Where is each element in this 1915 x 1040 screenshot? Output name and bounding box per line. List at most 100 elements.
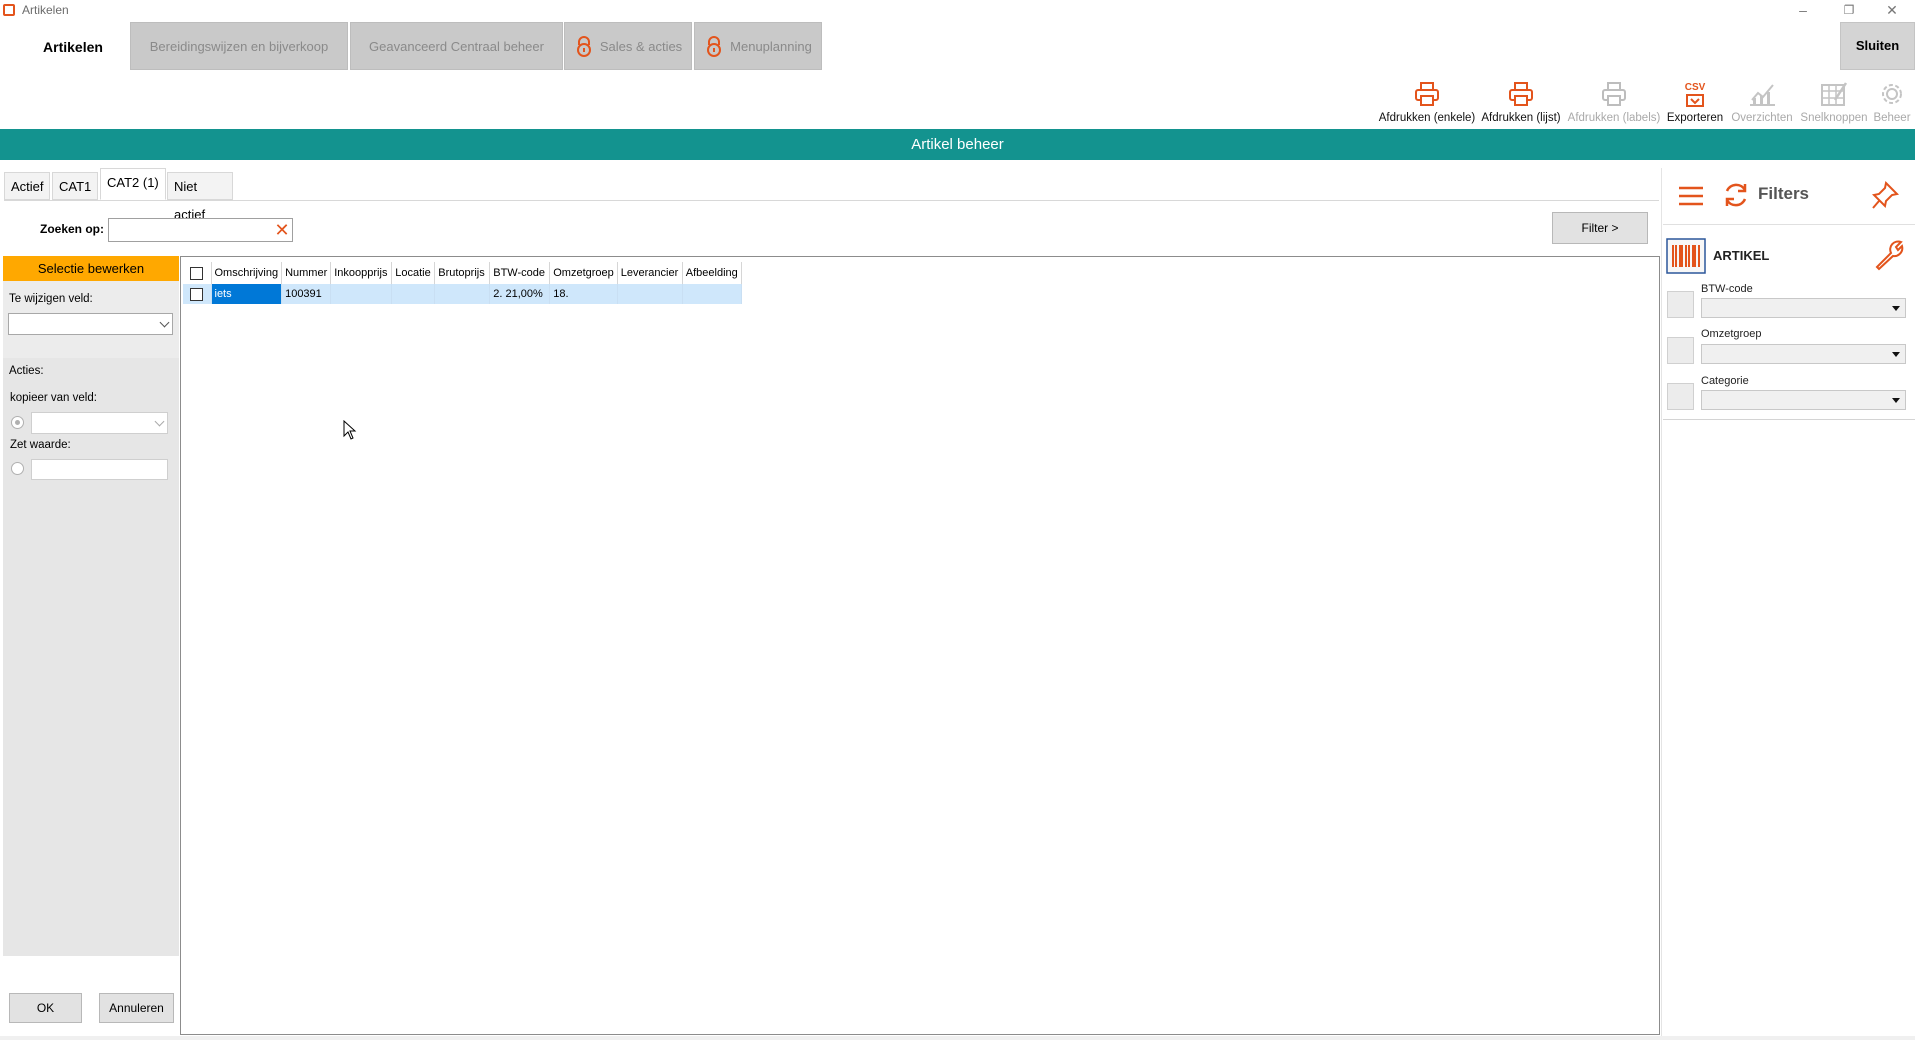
- table-row[interactable]: iets 100391 2. 21,00% 18.: [183, 284, 742, 304]
- filters-title: Filters: [1758, 184, 1810, 203]
- print-list-button[interactable]: Afdrukken (lijst): [1478, 76, 1564, 126]
- copy-from-field-select[interactable]: [31, 412, 168, 434]
- cell-omschrijving[interactable]: iets: [211, 284, 283, 304]
- tab-cat2[interactable]: CAT2 (1): [100, 168, 166, 200]
- overviews-button[interactable]: Overzichten: [1728, 76, 1796, 126]
- print-labels-button[interactable]: Afdrukken (labels): [1566, 76, 1662, 126]
- column-header-leverancier[interactable]: Leverancier: [617, 262, 683, 284]
- filter-categorie-toggle[interactable]: [1667, 383, 1694, 410]
- app-icon: [3, 4, 15, 16]
- wrench-icon[interactable]: [1873, 237, 1907, 271]
- printer-icon: [1602, 82, 1626, 106]
- selection-panel-title: Selectie bewerken: [3, 256, 179, 281]
- export-button[interactable]: CSV Exporteren: [1664, 76, 1726, 126]
- cell-leverancier[interactable]: [617, 284, 683, 304]
- row-checkbox[interactable]: [190, 287, 204, 301]
- pin-icon[interactable]: [1872, 180, 1900, 210]
- chevron-down-icon: [159, 317, 170, 328]
- title-bar: [0, 0, 1915, 22]
- column-header-btw-code[interactable]: BTW-code: [489, 262, 551, 284]
- select-all-cell: [183, 262, 212, 284]
- printer-icon: [1509, 82, 1533, 106]
- module-tab-artikelen[interactable]: Artikelen: [20, 30, 126, 64]
- table-header-row: Omschrijving Nummer Inkoopprijs Locatie …: [183, 262, 742, 284]
- refresh-icon[interactable]: [1722, 181, 1750, 209]
- cell-btw-code[interactable]: 2. 21,00%: [489, 284, 551, 304]
- set-value-radio[interactable]: [11, 462, 24, 475]
- search-input[interactable]: [108, 218, 293, 242]
- copy-from-field-radio[interactable]: [11, 416, 24, 429]
- column-header-inkoopprijs[interactable]: Inkoopprijs: [330, 262, 393, 284]
- filter-btw-code-toggle[interactable]: [1667, 291, 1694, 318]
- copy-from-field-label: kopieer van veld:: [10, 392, 97, 404]
- filter-categorie-label: Categorie: [1701, 375, 1749, 387]
- quick-buttons-button[interactable]: Snelknoppen: [1798, 76, 1870, 126]
- quick-buttons-icon: [1821, 82, 1848, 106]
- filter-panel-divider: [1663, 419, 1915, 420]
- filter-omzetgroep-select[interactable]: [1701, 344, 1906, 364]
- field-to-change-label: Te wijzigen veld:: [9, 293, 93, 305]
- article-table: Omschrijving Nummer Inkoopprijs Locatie …: [183, 262, 742, 304]
- filter-panel-divider: [1663, 224, 1915, 225]
- cancel-button[interactable]: Annuleren: [99, 993, 174, 1023]
- toolbar-label: Afdrukken (enkele): [1378, 112, 1476, 124]
- search-label: Zoeken op:: [40, 222, 105, 236]
- article-grid: [180, 256, 1660, 1035]
- column-header-afbeelding[interactable]: Afbeelding: [682, 262, 742, 284]
- print-single-button[interactable]: Afdrukken (enkele): [1378, 76, 1476, 126]
- cell-inkoopprijs[interactable]: [330, 284, 393, 304]
- status-strip: [0, 1036, 1915, 1040]
- dropdown-arrow-icon: [1892, 398, 1900, 403]
- chart-icon: [1750, 84, 1775, 106]
- module-tab-bereidingswijzen[interactable]: Bereidingswijzen en bijverkoop: [130, 22, 348, 70]
- module-tab-label: Geavanceerd Centraal beheer: [369, 38, 544, 54]
- row-select-cell: [183, 284, 212, 304]
- ok-button[interactable]: OK: [9, 993, 82, 1023]
- module-tab-label: Sales & acties: [599, 38, 683, 54]
- lock-icon: [576, 36, 591, 57]
- tab-actief[interactable]: Actief: [4, 172, 50, 200]
- module-tab-menuplanning[interactable]: Menuplanning: [694, 22, 822, 70]
- set-value-input[interactable]: [31, 459, 168, 480]
- lock-icon: [707, 36, 722, 57]
- cell-brutoprijs[interactable]: [434, 284, 491, 304]
- column-header-omschrijving[interactable]: Omschrijving: [211, 262, 283, 284]
- column-header-nummer[interactable]: Nummer: [281, 262, 332, 284]
- barcode-icon: [1666, 238, 1706, 274]
- dropdown-arrow-icon: [1892, 352, 1900, 357]
- cell-afbeelding[interactable]: [682, 284, 742, 304]
- filter-btw-code-select[interactable]: [1701, 298, 1906, 318]
- clear-search-icon[interactable]: ✕: [272, 220, 292, 240]
- printer-icon: [1415, 82, 1439, 106]
- filter-categorie-select[interactable]: [1701, 390, 1906, 410]
- actions-label: Acties:: [9, 365, 44, 377]
- filter-button[interactable]: Filter >: [1552, 212, 1648, 244]
- column-header-brutoprijs[interactable]: Brutoprijs: [434, 262, 491, 284]
- field-to-change-select[interactable]: [8, 313, 173, 335]
- tab-niet-actief[interactable]: Niet actief: [167, 172, 233, 222]
- cell-omzetgroep[interactable]: 18.: [549, 284, 618, 304]
- module-tab-sales-acties[interactable]: Sales & acties: [564, 22, 692, 70]
- cell-locatie[interactable]: [391, 284, 436, 304]
- select-all-checkbox[interactable]: [190, 266, 204, 280]
- filter-omzetgroep-toggle[interactable]: [1667, 337, 1694, 364]
- hamburger-menu-icon[interactable]: [1678, 184, 1704, 208]
- toolbar-label: Snelknoppen: [1800, 112, 1868, 124]
- manage-button[interactable]: Beheer: [1872, 76, 1912, 126]
- page-title: Artikel beheer: [0, 129, 1915, 160]
- module-tab-centraal-beheer[interactable]: Geavanceerd Centraal beheer: [350, 22, 563, 70]
- column-header-locatie[interactable]: Locatie: [391, 262, 436, 284]
- set-value-label: Zet waarde:: [10, 439, 71, 451]
- csv-icon: CSV: [1685, 82, 1706, 107]
- filter-section-title: ARTIKEL: [1713, 248, 1770, 263]
- close-button[interactable]: Sluiten: [1840, 22, 1915, 70]
- dropdown-arrow-icon: [1892, 306, 1900, 311]
- cell-nummer[interactable]: 100391: [281, 284, 332, 304]
- module-tab-label: Menuplanning: [730, 38, 812, 54]
- toolbar-label: Afdrukken (lijst): [1481, 112, 1561, 124]
- column-header-omzetgroep[interactable]: Omzetgroep: [549, 262, 618, 284]
- restore-button[interactable]: ❐: [1826, 0, 1872, 22]
- close-window-button[interactable]: ✕: [1869, 0, 1915, 22]
- tab-cat1[interactable]: CAT1: [52, 172, 98, 200]
- minimize-button[interactable]: –: [1780, 0, 1826, 22]
